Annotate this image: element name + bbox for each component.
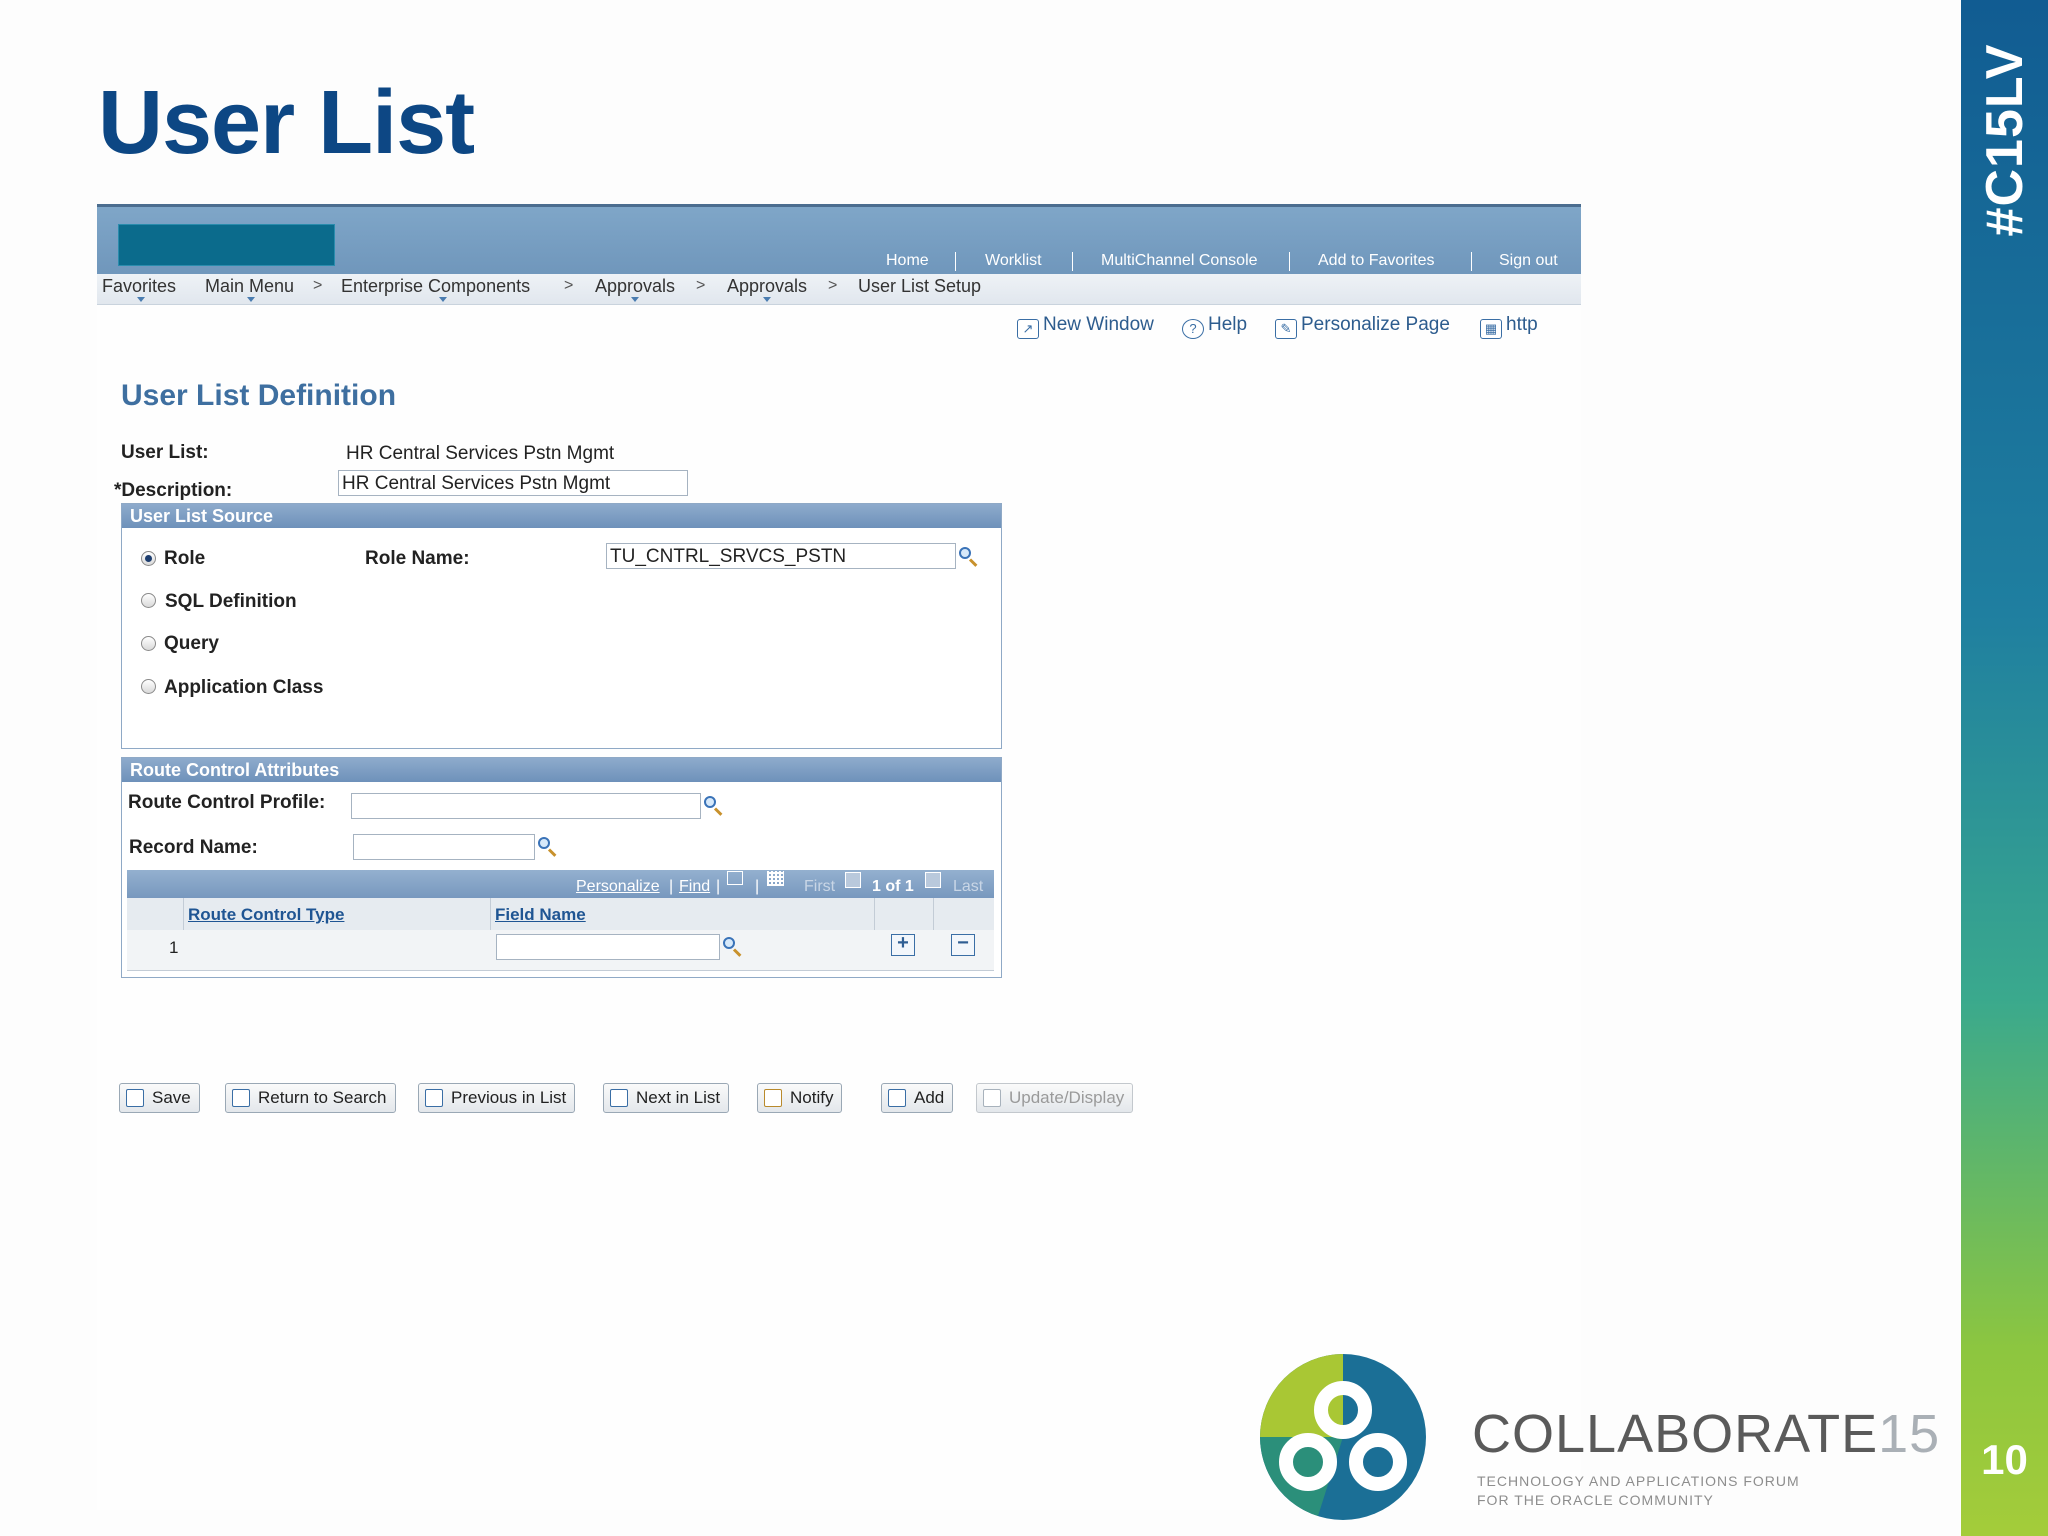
notify-icon	[764, 1089, 782, 1107]
add-button[interactable]: Add	[881, 1083, 954, 1113]
grid-navigation-bar	[127, 870, 994, 898]
portal-logo	[118, 224, 335, 266]
divider	[1289, 252, 1290, 271]
help-icon: ?	[1182, 319, 1204, 339]
slide-number: 10	[1981, 1436, 2028, 1483]
nav-enterprise-components[interactable]: Enterprise Components	[341, 276, 530, 297]
grid-personalize-link[interactable]: Personalize	[576, 878, 660, 896]
row-number: 1	[169, 938, 179, 957]
table-icon: ▦	[1480, 319, 1502, 339]
divider: |	[669, 878, 674, 895]
route-control-profile-label: Route Control Profile:	[128, 792, 326, 813]
personalize-page-link[interactable]: ✎ Personalize Page	[1275, 314, 1450, 339]
return-to-search-button[interactable]: Return to Search	[225, 1083, 396, 1113]
breadcrumb-separator: >	[564, 277, 574, 294]
radio-label-sql-definition: SQL Definition	[165, 591, 297, 612]
nav-favorites[interactable]: Favorites	[102, 276, 176, 297]
http-link[interactable]: ▦ http	[1480, 314, 1538, 339]
notify-button[interactable]: Notify	[757, 1083, 843, 1113]
radio-label-query: Query	[164, 633, 219, 654]
nav-main-menu[interactable]: Main Menu	[205, 276, 294, 297]
breadcrumb-separator: >	[696, 277, 706, 294]
new-window-link[interactable]: ↗ New Window	[1017, 314, 1154, 339]
lookup-icon[interactable]	[722, 936, 744, 958]
delete-row-button[interactable]: −	[951, 933, 975, 956]
divider	[1072, 252, 1073, 271]
user-list-label: User List:	[121, 442, 209, 463]
next-in-list-button[interactable]: Next in List	[603, 1083, 730, 1113]
breadcrumb-separator: >	[828, 277, 838, 294]
add-row-button[interactable]: +	[891, 933, 915, 956]
page-title: User List Definition	[121, 379, 397, 412]
chevron-down-icon[interactable]	[137, 297, 145, 302]
update-display-button[interactable]: Update/Display	[976, 1083, 1134, 1113]
lookup-icon[interactable]	[537, 836, 559, 858]
radio-sql-definition[interactable]	[141, 593, 156, 608]
collaborate-logo	[1260, 1354, 1426, 1520]
link-multichannel-console[interactable]: MultiChannel Console	[1101, 252, 1258, 272]
download-grid-icon[interactable]	[767, 871, 784, 886]
radio-query[interactable]	[141, 636, 156, 651]
grid-last-label[interactable]: Last	[953, 878, 983, 896]
help-link[interactable]: ? Help	[1182, 314, 1247, 339]
save-button[interactable]: Save	[119, 1083, 200, 1113]
chevron-down-icon[interactable]	[763, 297, 771, 302]
lookup-icon[interactable]	[703, 795, 725, 817]
radio-label-role: Role	[164, 548, 206, 569]
nav-approvals-2[interactable]: Approvals	[727, 276, 807, 297]
nav-approvals[interactable]: Approvals	[595, 276, 675, 297]
next-icon[interactable]	[925, 872, 941, 888]
group-header: Route Control Attributes	[122, 758, 1001, 782]
column-header-field-name[interactable]: Field Name	[495, 905, 586, 925]
lookup-icon[interactable]	[958, 546, 980, 568]
route-control-profile-field[interactable]	[351, 793, 701, 819]
link-home[interactable]: Home	[886, 252, 929, 272]
divider	[955, 252, 956, 271]
view-all-icon[interactable]	[727, 871, 743, 885]
save-icon	[126, 1089, 144, 1107]
radio-role[interactable]	[141, 551, 156, 566]
chevron-down-icon[interactable]	[631, 297, 639, 302]
radio-label-application-class: Application Class	[164, 677, 324, 698]
link-worklist[interactable]: Worklist	[985, 252, 1042, 272]
previous-list-icon	[425, 1089, 443, 1107]
chevron-down-icon[interactable]	[439, 297, 447, 302]
slide-title: User List	[98, 73, 475, 173]
new-window-icon: ↗	[1017, 319, 1039, 339]
role-name-field[interactable]: TU_CNTRL_SRVCS_PSTN	[606, 543, 956, 569]
add-icon	[888, 1089, 906, 1107]
record-name-field[interactable]	[353, 834, 535, 860]
breadcrumb-separator: >	[313, 277, 323, 294]
update-display-icon	[983, 1089, 1001, 1107]
search-icon	[232, 1089, 250, 1107]
grid-first-label[interactable]: First	[804, 878, 835, 896]
chevron-down-icon[interactable]	[247, 297, 255, 302]
nav-user-list-setup[interactable]: User List Setup	[858, 276, 981, 297]
radio-application-class[interactable]	[141, 679, 156, 694]
column-header-route-control-type[interactable]: Route Control Type	[188, 905, 344, 925]
previous-icon[interactable]	[845, 872, 861, 888]
group-header: User List Source	[122, 504, 1001, 528]
description-label: *Description:	[114, 480, 233, 501]
description-field[interactable]: HR Central Services Pstn Mgmt	[338, 470, 688, 496]
field-name-field[interactable]	[496, 934, 720, 960]
record-name-label: Record Name:	[129, 837, 258, 858]
divider	[1471, 252, 1472, 271]
link-sign-out[interactable]: Sign out	[1499, 252, 1558, 272]
next-list-icon	[610, 1089, 628, 1107]
collaborate-wordmark: COLLABORATE15	[1472, 1404, 1941, 1464]
divider: |	[755, 878, 760, 895]
user-list-value: HR Central Services Pstn Mgmt	[346, 443, 615, 464]
grid-find-link[interactable]: Find	[679, 878, 710, 896]
collaborate-tagline: TECHNOLOGY AND APPLICATIONS FORUM FOR TH…	[1477, 1473, 1800, 1508]
edit-icon: ✎	[1275, 319, 1297, 339]
user-list-source-group: User List Source	[121, 503, 1002, 749]
previous-in-list-button[interactable]: Previous in List	[418, 1083, 576, 1113]
divider: |	[716, 878, 721, 895]
grid-row-count: 1 of 1	[872, 878, 914, 895]
hashtag-label: #C15LV	[1975, 43, 2034, 237]
link-add-to-favorites[interactable]: Add to Favorites	[1318, 252, 1435, 272]
role-name-label: Role Name:	[365, 548, 470, 569]
